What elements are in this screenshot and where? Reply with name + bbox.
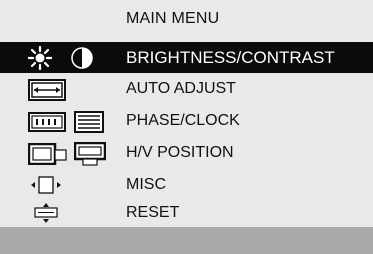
menu-item-reset[interactable]: RESET [0, 198, 373, 229]
reset-icon [34, 203, 58, 223]
menu-item-label: H/V POSITION [126, 144, 234, 161]
clock-icon [74, 111, 104, 133]
phase-icon [28, 112, 66, 132]
menu-item-label: RESET [126, 204, 180, 221]
menu-item-label: BRIGHTNESS/CONTRAST [126, 48, 335, 67]
v-position-icon [74, 142, 106, 166]
menu-title: MAIN MENU [126, 10, 220, 27]
menu-item-auto-adjust[interactable]: AUTO ADJUST [0, 74, 373, 105]
status-bar [0, 227, 373, 254]
menu-item-phase-clock[interactable]: PHASE/CLOCK [0, 106, 373, 137]
auto-adjust-icon [28, 79, 66, 101]
misc-icon [31, 176, 61, 194]
menu-item-misc[interactable]: MISC [0, 170, 373, 201]
osd-menu: MAIN MENU BRIGHTNESS/CONTRAST AUTO ADJUS… [0, 0, 373, 254]
menu-item-label: MISC [126, 176, 166, 193]
brightness-icon [28, 46, 52, 70]
menu-item-label: PHASE/CLOCK [126, 112, 240, 129]
menu-item-label: AUTO ADJUST [126, 80, 236, 97]
menu-item-brightness-contrast[interactable]: BRIGHTNESS/CONTRAST [0, 42, 373, 73]
menu-item-hv-position[interactable]: H/V POSITION [0, 138, 373, 169]
contrast-icon [71, 47, 93, 69]
h-position-icon [28, 143, 67, 165]
